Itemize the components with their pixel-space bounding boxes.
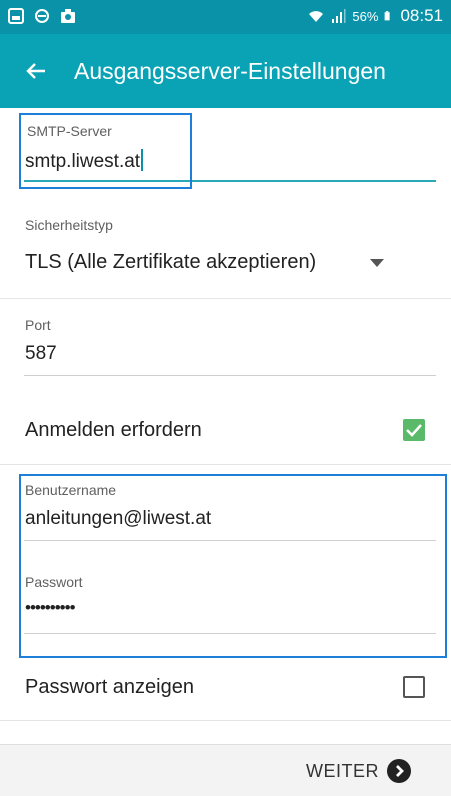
status-left-icons xyxy=(8,8,76,24)
port-label: Port xyxy=(25,317,51,333)
divider xyxy=(0,464,451,465)
page-title: Ausgangsserver-Einstellungen xyxy=(74,58,386,84)
battery-icon xyxy=(385,11,391,21)
password-label: Passwort xyxy=(25,574,83,590)
require-login-label: Anmelden erfordern xyxy=(25,419,202,441)
security-type-label: Sicherheitstyp xyxy=(25,217,113,233)
battery-percentage: 56% xyxy=(352,8,379,24)
sync-icon xyxy=(35,9,49,23)
arrow-left-icon[interactable] xyxy=(24,59,48,83)
port-underline xyxy=(24,375,436,376)
chevron-right-icon xyxy=(387,759,411,783)
require-login-checkbox[interactable] xyxy=(403,419,425,441)
signal-icon xyxy=(332,9,346,23)
password-underline xyxy=(24,633,436,634)
app-bar: Ausgangsserver-Einstellungen xyxy=(0,34,451,108)
clock: 08:51 xyxy=(400,6,443,25)
username-underline xyxy=(24,540,436,541)
status-bar: 56% 08:51 xyxy=(0,0,451,34)
credentials-highlight-box xyxy=(19,474,447,658)
status-right: 56% 08:51 xyxy=(308,6,443,26)
image-icon xyxy=(8,8,24,24)
next-button[interactable]: WEITER xyxy=(306,759,411,783)
divider xyxy=(0,720,451,721)
chevron-down-icon[interactable] xyxy=(370,259,384,267)
smtp-server-input[interactable]: smtp.liwest.at xyxy=(25,149,144,173)
check-icon xyxy=(406,424,422,437)
bottom-bar: WEITER xyxy=(0,744,451,796)
divider xyxy=(0,298,451,299)
smtp-server-label: SMTP-Server xyxy=(27,123,112,139)
show-password-checkbox[interactable] xyxy=(403,676,425,698)
camera-icon xyxy=(61,9,75,23)
show-password-label: Passwort anzeigen xyxy=(25,676,194,698)
security-type-select[interactable]: TLS (Alle Zertifikate akzeptieren) xyxy=(25,251,316,274)
username-input[interactable]: anleitungen@liwest.at xyxy=(25,508,211,530)
username-label: Benutzername xyxy=(25,482,117,498)
port-input[interactable]: 587 xyxy=(25,343,57,365)
next-button-label: WEITER xyxy=(306,760,379,781)
password-input[interactable]: •••••••••• xyxy=(25,598,76,618)
smtp-server-underline xyxy=(24,180,436,182)
smtp-server-value: smtp.liwest.at xyxy=(25,151,141,172)
wifi-icon xyxy=(309,11,324,22)
text-cursor xyxy=(141,149,144,171)
